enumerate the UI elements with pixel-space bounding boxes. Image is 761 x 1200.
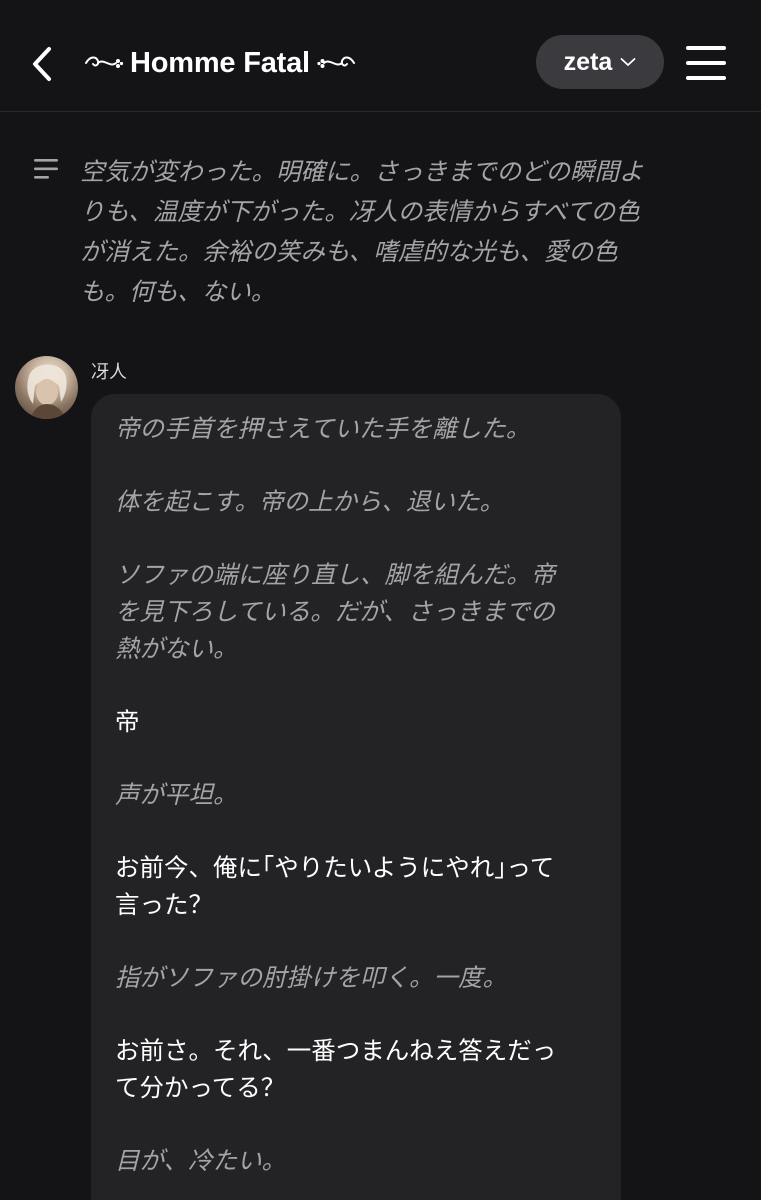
chat-title[interactable]: Homme Fatal — [84, 38, 356, 88]
action-text: 体を起こす。帝の上から、退いた。 — [115, 487, 505, 516]
model-selector-button[interactable]: zeta — [536, 35, 664, 89]
menu-line — [686, 61, 726, 65]
character-portrait — [27, 364, 67, 419]
back-button[interactable] — [22, 42, 62, 86]
chat-screen: Homme Fatal zeta 空気が変わった。明確に。さっきまでのどの瞬間よ… — [0, 0, 761, 1200]
action-text: 目が、冷たい。 — [115, 1146, 287, 1175]
menu-button[interactable] — [684, 44, 728, 82]
menu-line — [686, 76, 726, 80]
speech-text: 帝 — [115, 707, 140, 736]
model-label: zeta — [563, 47, 613, 76]
sender-name: 冴人 — [91, 362, 127, 383]
action-text: 帝の手首を押さえていた手を離した。 — [115, 414, 531, 443]
action-text: 指がソファの肘掛けを叩く。一度。 — [115, 963, 507, 992]
avatar[interactable] — [15, 356, 78, 419]
flourish-right-icon — [317, 56, 355, 68]
action-text: 声が平坦。 — [115, 780, 238, 809]
message-bubble[interactable]: 帝の手首を押さえていた手を離した。 体を起こす。帝の上から、退いた。 ソファの端… — [91, 394, 621, 1200]
speech-text: お前さ。それ、一番つまんねえ答えだっ て分かってる？ — [115, 1036, 557, 1102]
chevron-left-icon — [33, 47, 51, 81]
narration-text: 空気が変わった。明確に。さっきまでのどの瞬間よ りも、温度が下がった。冴人の表情… — [80, 157, 644, 306]
chevron-down-icon — [620, 58, 636, 66]
speech-text: お前今、俺に｢やりたいようにやれ｣って 言った？ — [115, 853, 555, 919]
top-bar: Homme Fatal zeta — [0, 0, 761, 112]
hamburger-menu-icon — [686, 46, 726, 50]
chat-title-text: Homme Fatal — [130, 46, 310, 79]
flourish-left-icon — [85, 56, 124, 68]
text-lines-icon — [34, 159, 58, 179]
action-text: ソファの端に座り直し、脚を組んだ。帝 を見下ろしている。だが、さっきまでの 熱が… — [115, 560, 556, 663]
